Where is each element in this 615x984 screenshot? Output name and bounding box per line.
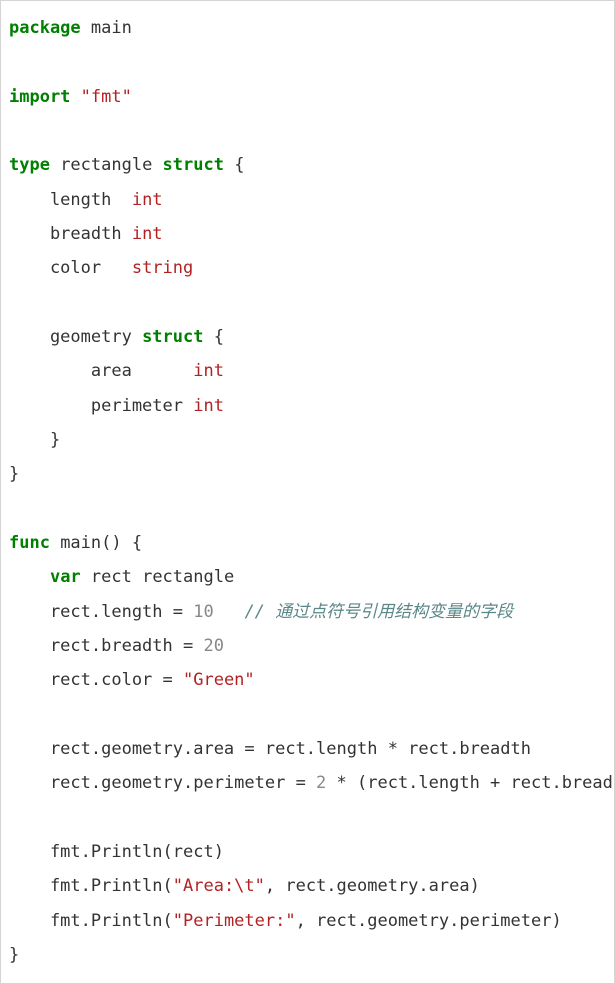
token-kw: struct	[163, 155, 224, 175]
token-str: "fmt"	[81, 87, 132, 107]
token-kw: struct	[142, 327, 203, 347]
token-type-name: string	[132, 258, 193, 278]
token-plain: rect.length =	[9, 602, 193, 622]
token-plain: * (rect.length + rect.breadth)	[326, 773, 615, 793]
token-plain: geometry	[9, 327, 142, 347]
token-plain: rect rectangle	[81, 567, 235, 587]
token-plain: fmt.Println(	[9, 876, 173, 896]
token-plain: {	[224, 155, 244, 175]
code-block: package main import "fmt" type rectangle…	[0, 0, 615, 984]
token-plain: rect.color =	[9, 670, 183, 690]
token-type-name: int	[193, 361, 224, 381]
token-plain: perimeter	[9, 396, 193, 416]
token-comment: // 通过点符号引用结构变量的字段	[244, 602, 513, 622]
token-plain: area	[9, 361, 193, 381]
token-plain: main	[81, 18, 132, 38]
token-kw: var	[50, 567, 81, 587]
token-str: "Perimeter:"	[173, 911, 296, 931]
token-plain: }	[9, 464, 19, 484]
token-plain: fmt.Println(rect)	[9, 842, 224, 862]
token-plain: rect.geometry.perimeter =	[9, 773, 316, 793]
code-content: package main import "fmt" type rectangle…	[9, 18, 615, 965]
token-plain: }	[9, 430, 60, 450]
token-plain: , rect.geometry.area)	[265, 876, 480, 896]
token-plain: , rect.geometry.perimeter)	[296, 911, 562, 931]
token-plain: }	[9, 945, 19, 965]
token-plain: main() {	[50, 533, 142, 553]
token-plain: fmt.Println(	[9, 911, 173, 931]
token-plain	[214, 602, 245, 622]
token-str: "Green"	[183, 670, 255, 690]
token-type-name: int	[193, 396, 224, 416]
token-str: "Area:\t"	[173, 876, 265, 896]
token-kw: func	[9, 533, 50, 553]
token-plain: rect.breadth =	[9, 636, 203, 656]
token-type-name: int	[132, 224, 163, 244]
token-type-name: int	[132, 190, 163, 210]
token-kw: import	[9, 87, 70, 107]
token-plain: length	[9, 190, 132, 210]
token-kw: package	[9, 18, 81, 38]
token-plain	[70, 87, 80, 107]
token-plain: rectangle	[50, 155, 163, 175]
token-kw: type	[9, 155, 50, 175]
token-plain: color	[9, 258, 132, 278]
token-plain: rect.geometry.area = rect.length * rect.…	[9, 739, 531, 759]
token-plain: breadth	[9, 224, 132, 244]
token-plain: {	[203, 327, 223, 347]
token-num: 2	[316, 773, 326, 793]
token-num: 10	[193, 602, 213, 622]
token-plain	[9, 567, 50, 587]
token-num: 20	[203, 636, 223, 656]
